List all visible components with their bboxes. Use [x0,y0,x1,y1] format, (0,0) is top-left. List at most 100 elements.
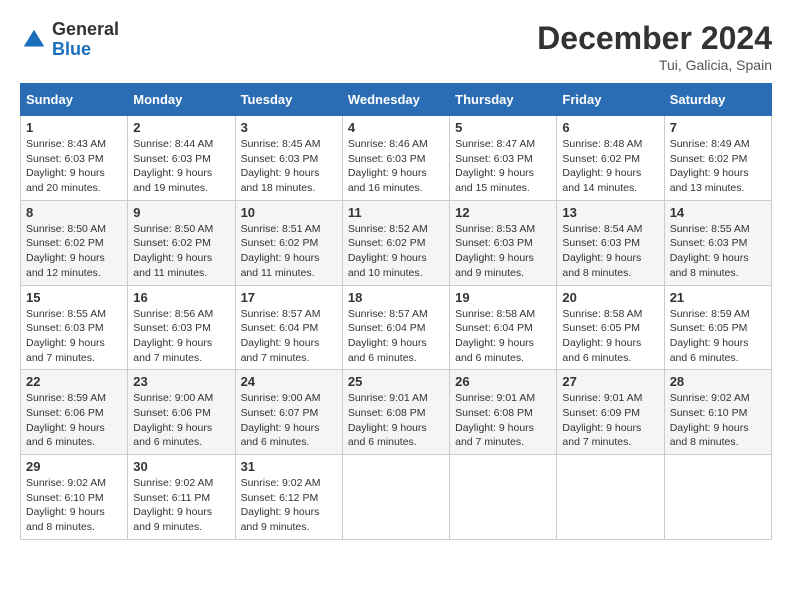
weekday-header-monday: Monday [128,84,235,116]
day-info: Sunrise: 8:49 AMSunset: 6:02 PMDaylight:… [670,137,766,196]
day-info: Sunrise: 9:01 AMSunset: 6:09 PMDaylight:… [562,391,658,450]
day-info: Sunrise: 8:54 AMSunset: 6:03 PMDaylight:… [562,222,658,281]
logo-general: General [52,19,119,39]
day-info: Sunrise: 8:47 AMSunset: 6:03 PMDaylight:… [455,137,551,196]
day-number: 13 [562,205,658,220]
day-number: 3 [241,120,337,135]
day-number: 8 [26,205,122,220]
calendar-cell: 28 Sunrise: 9:02 AMSunset: 6:10 PMDayligh… [664,370,771,455]
day-number: 21 [670,290,766,305]
calendar-cell: 21 Sunrise: 8:59 AMSunset: 6:05 PMDayligh… [664,285,771,370]
calendar-cell: 9 Sunrise: 8:50 AMSunset: 6:02 PMDaylight… [128,200,235,285]
day-info: Sunrise: 9:02 AMSunset: 6:10 PMDaylight:… [26,476,122,535]
calendar-cell: 17 Sunrise: 8:57 AMSunset: 6:04 PMDayligh… [235,285,342,370]
day-number: 30 [133,459,229,474]
calendar-cell: 19 Sunrise: 8:58 AMSunset: 6:04 PMDayligh… [450,285,557,370]
day-info: Sunrise: 8:55 AMSunset: 6:03 PMDaylight:… [26,307,122,366]
day-info: Sunrise: 9:02 AMSunset: 6:10 PMDaylight:… [670,391,766,450]
calendar-cell: 14 Sunrise: 8:55 AMSunset: 6:03 PMDayligh… [664,200,771,285]
calendar-cell: 22 Sunrise: 8:59 AMSunset: 6:06 PMDayligh… [21,370,128,455]
calendar-cell [664,455,771,540]
title-area: December 2024 Tui, Galicia, Spain [537,20,772,73]
calendar-cell: 10Sunrise: 8:51 AMSunset: 6:02 PMDayligh… [235,200,342,285]
day-number: 6 [562,120,658,135]
calendar-cell: 31 Sunrise: 9:02 AMSunset: 6:12 PMDayligh… [235,455,342,540]
day-info: Sunrise: 8:50 AMSunset: 6:02 PMDaylight:… [26,222,122,281]
day-info: Sunrise: 8:53 AMSunset: 6:03 PMDaylight:… [455,222,551,281]
day-info: Sunrise: 9:02 AMSunset: 6:12 PMDaylight:… [241,476,337,535]
calendar-cell: 1 Sunrise: 8:43 AMSunset: 6:03 PMDaylight… [21,116,128,201]
day-number: 5 [455,120,551,135]
day-info: Sunrise: 9:00 AMSunset: 6:06 PMDaylight:… [133,391,229,450]
day-info: Sunrise: 8:48 AMSunset: 6:02 PMDaylight:… [562,137,658,196]
calendar-cell: 24Sunrise: 9:00 AMSunset: 6:07 PMDayligh… [235,370,342,455]
day-number: 25 [348,374,444,389]
calendar-cell: 13 Sunrise: 8:54 AMSunset: 6:03 PMDayligh… [557,200,664,285]
day-number: 27 [562,374,658,389]
day-number: 7 [670,120,766,135]
day-info: Sunrise: 8:46 AMSunset: 6:03 PMDaylight:… [348,137,444,196]
calendar-week-row: 1 Sunrise: 8:43 AMSunset: 6:03 PMDaylight… [21,116,772,201]
calendar-cell: 26 Sunrise: 9:01 AMSunset: 6:08 PMDayligh… [450,370,557,455]
logo: General Blue [20,20,119,60]
day-number: 16 [133,290,229,305]
day-number: 18 [348,290,444,305]
calendar-cell: 20Sunrise: 8:58 AMSunset: 6:05 PMDayligh… [557,285,664,370]
day-info: Sunrise: 8:50 AMSunset: 6:02 PMDaylight:… [133,222,229,281]
day-number: 14 [670,205,766,220]
day-info: Sunrise: 8:58 AMSunset: 6:04 PMDaylight:… [455,307,551,366]
calendar-cell: 6 Sunrise: 8:48 AMSunset: 6:02 PMDaylight… [557,116,664,201]
calendar-cell: 16 Sunrise: 8:56 AMSunset: 6:03 PMDayligh… [128,285,235,370]
day-number: 19 [455,290,551,305]
day-info: Sunrise: 8:55 AMSunset: 6:03 PMDaylight:… [670,222,766,281]
day-number: 29 [26,459,122,474]
logo-icon [20,26,48,54]
day-info: Sunrise: 9:00 AMSunset: 6:07 PMDaylight:… [241,391,337,450]
day-info: Sunrise: 8:56 AMSunset: 6:03 PMDaylight:… [133,307,229,366]
day-info: Sunrise: 8:51 AMSunset: 6:02 PMDaylight:… [241,222,337,281]
location: Tui, Galicia, Spain [537,57,772,73]
calendar-cell: 23 Sunrise: 9:00 AMSunset: 6:06 PMDayligh… [128,370,235,455]
calendar-cell [557,455,664,540]
month-title: December 2024 [537,20,772,57]
calendar-cell: 18Sunrise: 8:57 AMSunset: 6:04 PMDayligh… [342,285,449,370]
calendar-table: SundayMondayTuesdayWednesdayThursdayFrid… [20,83,772,540]
calendar-week-row: 15 Sunrise: 8:55 AMSunset: 6:03 PMDayligh… [21,285,772,370]
day-info: Sunrise: 8:58 AMSunset: 6:05 PMDaylight:… [562,307,658,366]
calendar-cell: 27 Sunrise: 9:01 AMSunset: 6:09 PMDayligh… [557,370,664,455]
day-info: Sunrise: 8:43 AMSunset: 6:03 PMDaylight:… [26,137,122,196]
calendar-cell: 5 Sunrise: 8:47 AMSunset: 6:03 PMDaylight… [450,116,557,201]
day-number: 26 [455,374,551,389]
calendar-week-row: 29 Sunrise: 9:02 AMSunset: 6:10 PMDayligh… [21,455,772,540]
calendar-cell: 7 Sunrise: 8:49 AMSunset: 6:02 PMDaylight… [664,116,771,201]
calendar-week-row: 22 Sunrise: 8:59 AMSunset: 6:06 PMDayligh… [21,370,772,455]
day-info: Sunrise: 8:57 AMSunset: 6:04 PMDaylight:… [241,307,337,366]
day-number: 4 [348,120,444,135]
day-number: 9 [133,205,229,220]
day-number: 23 [133,374,229,389]
day-number: 31 [241,459,337,474]
calendar-cell: 29 Sunrise: 9:02 AMSunset: 6:10 PMDayligh… [21,455,128,540]
day-info: Sunrise: 8:45 AMSunset: 6:03 PMDaylight:… [241,137,337,196]
weekday-header-row: SundayMondayTuesdayWednesdayThursdayFrid… [21,84,772,116]
calendar-cell: 11Sunrise: 8:52 AMSunset: 6:02 PMDayligh… [342,200,449,285]
day-number: 2 [133,120,229,135]
day-number: 11 [348,205,444,220]
weekday-header-wednesday: Wednesday [342,84,449,116]
day-number: 1 [26,120,122,135]
day-number: 28 [670,374,766,389]
day-info: Sunrise: 8:59 AMSunset: 6:05 PMDaylight:… [670,307,766,366]
weekday-header-thursday: Thursday [450,84,557,116]
weekday-header-tuesday: Tuesday [235,84,342,116]
page-header: General Blue December 2024 Tui, Galicia,… [20,20,772,73]
calendar-cell: 25Sunrise: 9:01 AMSunset: 6:08 PMDayligh… [342,370,449,455]
day-info: Sunrise: 9:01 AMSunset: 6:08 PMDaylight:… [455,391,551,450]
calendar-cell: 3 Sunrise: 8:45 AMSunset: 6:03 PMDaylight… [235,116,342,201]
calendar-cell: 8 Sunrise: 8:50 AMSunset: 6:02 PMDaylight… [21,200,128,285]
day-number: 15 [26,290,122,305]
day-number: 12 [455,205,551,220]
day-number: 22 [26,374,122,389]
day-number: 17 [241,290,337,305]
day-info: Sunrise: 8:59 AMSunset: 6:06 PMDaylight:… [26,391,122,450]
calendar-cell: 15 Sunrise: 8:55 AMSunset: 6:03 PMDayligh… [21,285,128,370]
